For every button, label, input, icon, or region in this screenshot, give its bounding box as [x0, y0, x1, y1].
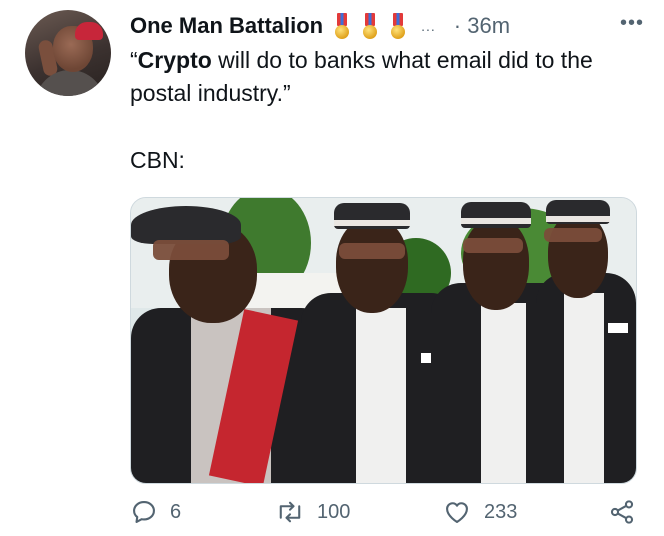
reply-button[interactable]: 6: [130, 498, 181, 526]
open-quote: “: [130, 47, 138, 73]
reply-count: 6: [170, 500, 182, 523]
tweet-timestamp[interactable]: · 36m: [454, 13, 510, 39]
more-options-icon[interactable]: •••: [620, 12, 644, 35]
medal-icon: [363, 13, 378, 39]
author-avatar[interactable]: [25, 10, 111, 96]
tweet-media-image[interactable]: [130, 197, 637, 484]
name-truncation: ...: [421, 18, 436, 34]
retweet-button[interactable]: 100: [275, 498, 350, 526]
pallbearers-photo: [131, 198, 636, 483]
retweet-icon: [279, 501, 301, 523]
author-name[interactable]: One Man Battalion: [130, 13, 323, 39]
tweet-header: One Man Battalion ... · 36m •••: [130, 10, 650, 42]
tweet-text-second: CBN:: [130, 147, 185, 173]
share-icon: [610, 500, 634, 524]
avatar-cap: [75, 22, 103, 40]
author-badges: [335, 13, 406, 39]
like-button[interactable]: 233: [442, 498, 517, 526]
heart-icon: [446, 502, 468, 523]
tweet-actions: 6 100 233: [130, 498, 640, 534]
share-button[interactable]: [608, 498, 636, 526]
like-count: 233: [484, 500, 518, 523]
tweet-text: “Crypto will do to banks what email did …: [130, 44, 640, 177]
medal-icon: [335, 13, 350, 39]
reply-icon: [133, 501, 155, 523]
tweet-text-bold: Crypto: [137, 47, 212, 73]
medal-icon: [391, 13, 406, 39]
retweet-count: 100: [317, 500, 351, 523]
